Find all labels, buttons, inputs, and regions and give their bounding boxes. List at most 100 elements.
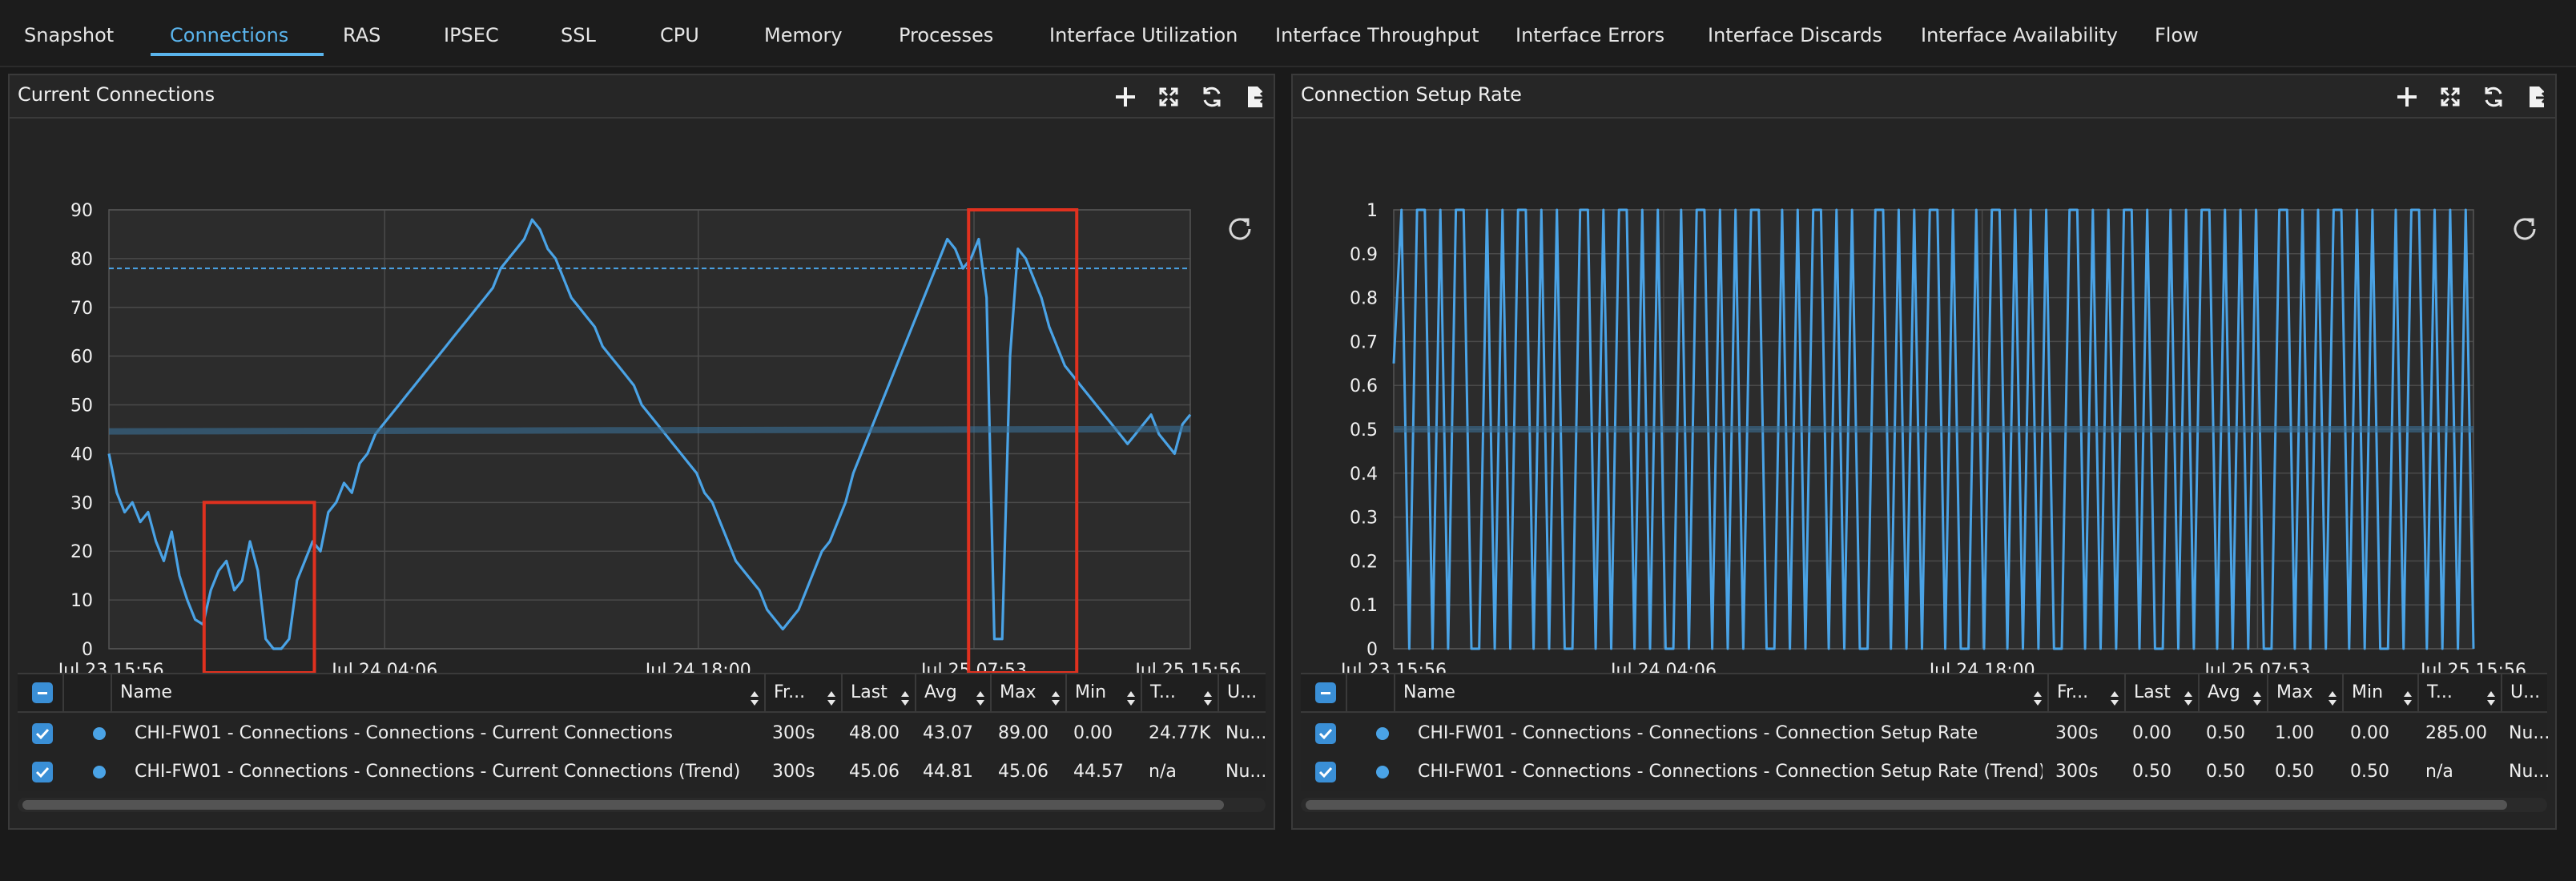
y-tick-label: 0 — [1366, 640, 1378, 660]
sort-icon[interactable] — [2110, 684, 2119, 706]
row-total: n/a — [2425, 762, 2453, 782]
sort-icon[interactable] — [2184, 684, 2193, 706]
current-connections-panel: Current Connections 0 10 20 30 40 50 60 70 80 90 J… — [8, 74, 1275, 830]
export-icon[interactable] — [1242, 83, 1269, 111]
row-name: CHI-FW01 - Connections - Connections - C… — [135, 762, 741, 782]
sort-icon[interactable] — [827, 684, 836, 706]
header-unit[interactable]: U... — [1218, 674, 1274, 711]
tab-ipsec[interactable]: IPSEC — [444, 19, 499, 51]
tab-ras[interactable]: RAS — [343, 19, 380, 51]
row-min: 0.50 — [2350, 762, 2389, 782]
tab-connections[interactable]: Connections — [170, 19, 288, 51]
series-color-dot — [93, 727, 106, 740]
header-last[interactable]: Last — [2124, 674, 2198, 711]
row-avg: 43.07 — [923, 723, 973, 743]
reset-zoom-icon[interactable] — [1229, 218, 1251, 240]
sort-icon[interactable] — [900, 684, 910, 706]
y-tick-label: 1 — [1366, 201, 1378, 221]
y-tick-label: 0.4 — [1350, 465, 1378, 485]
reset-zoom-icon-arc — [1229, 218, 1251, 240]
table-header: Name Fr... Last Avg Max Min T... U... — [1301, 673, 2547, 713]
sort-icon[interactable] — [976, 684, 985, 706]
sort-icon[interactable] — [1126, 684, 1136, 706]
row-unit: Nu... — [2509, 723, 2550, 743]
scrollbar-thumb[interactable] — [22, 800, 1224, 810]
row-checkbox[interactable] — [1315, 723, 1336, 744]
header-min[interactable]: Min — [2342, 674, 2417, 711]
row-avg: 0.50 — [2206, 723, 2245, 743]
header-frequency[interactable]: Fr... — [764, 674, 841, 711]
header-unit[interactable]: U... — [2501, 674, 2555, 711]
connection-setup-rate-panel: Connection Setup Rate 0 0.1 0.2 0.3 0.4 0.5 0.… — [1291, 74, 2557, 830]
row-max: 89.00 — [998, 723, 1049, 743]
table-row[interactable]: CHI-FW01 - Connections - Connections - C… — [1301, 714, 2550, 753]
header-name[interactable]: Name — [111, 674, 764, 711]
tab-interface-availability[interactable]: Interface Availability — [1921, 19, 2118, 51]
tab-interface-errors[interactable]: Interface Errors — [1515, 19, 1664, 51]
row-avg: 44.81 — [923, 762, 973, 782]
refresh-icon[interactable] — [2480, 83, 2507, 111]
header-max[interactable]: Max — [2267, 674, 2342, 711]
sort-icon[interactable] — [2486, 684, 2496, 706]
row-unit: Nu... — [1226, 762, 1267, 782]
table-row[interactable]: CHI-FW01 - Connections - Connections - C… — [1301, 753, 2550, 791]
table-row[interactable]: CHI-FW01 - Connections - Connections - C… — [18, 753, 1266, 791]
tab-snapshot[interactable]: Snapshot — [24, 19, 114, 51]
tab-interface-throughput[interactable]: Interface Throughput — [1275, 19, 1479, 51]
select-all-checkbox[interactable] — [32, 682, 53, 703]
header-avg[interactable]: Avg — [2198, 674, 2267, 711]
y-tick-label: 70 — [70, 299, 93, 319]
row-checkbox[interactable] — [32, 762, 53, 782]
horizontal-scrollbar[interactable] — [1301, 798, 2547, 812]
sort-icon[interactable] — [1051, 684, 1061, 706]
row-checkbox[interactable] — [32, 723, 53, 744]
expand-icon[interactable] — [1155, 83, 1182, 111]
header-avg[interactable]: Avg — [915, 674, 990, 711]
row-max: 45.06 — [998, 762, 1049, 782]
tab-processes[interactable]: Processes — [899, 19, 993, 51]
horizontal-scrollbar[interactable] — [18, 798, 1266, 812]
row-last: 45.06 — [849, 762, 900, 782]
sort-icon[interactable] — [750, 684, 759, 706]
header-name[interactable]: Name — [1394, 674, 2047, 711]
row-min: 0.00 — [2350, 723, 2389, 743]
row-avg: 0.50 — [2206, 762, 2245, 782]
panel-title: Current Connections — [18, 83, 215, 106]
export-icon[interactable] — [2523, 83, 2550, 111]
reset-zoom-icon-arrow — [1242, 218, 1250, 226]
header-last[interactable]: Last — [841, 674, 915, 711]
refresh-icon[interactable] — [1198, 83, 1226, 111]
row-last: 0.50 — [2132, 762, 2171, 782]
current-connections-chart: 0102030405060708090Jul 23 15:56 Jul 24 04… — [57, 201, 1251, 697]
series-table: Name Fr... Last Avg Max Min T... U... CH… — [1301, 673, 2550, 825]
expand-icon[interactable] — [2437, 83, 2464, 111]
plus-icon[interactable] — [1112, 83, 1139, 111]
header-frequency[interactable]: Fr... — [2047, 674, 2124, 711]
y-tick-label: 80 — [70, 250, 93, 270]
sort-icon[interactable] — [2328, 684, 2337, 706]
series-color-dot — [93, 766, 106, 778]
reset-zoom-icon[interactable] — [2514, 218, 2536, 240]
tab-ssl[interactable]: SSL — [561, 19, 596, 51]
sort-icon[interactable] — [2403, 684, 2413, 706]
tab-interface-discards[interactable]: Interface Discards — [1708, 19, 1882, 51]
row-last: 48.00 — [849, 723, 900, 743]
tab-cpu[interactable]: CPU — [660, 19, 699, 51]
header-total[interactable]: T... — [1141, 674, 1218, 711]
sort-icon[interactable] — [2252, 684, 2262, 706]
scrollbar-thumb[interactable] — [1306, 800, 2507, 810]
row-total: 24.77K — [1149, 723, 1211, 743]
tab-interface-utilization[interactable]: Interface Utilization — [1049, 19, 1238, 51]
tab-flow[interactable]: Flow — [2155, 19, 2199, 51]
header-min[interactable]: Min — [1065, 674, 1141, 711]
tab-memory[interactable]: Memory — [764, 19, 843, 51]
sort-icon[interactable] — [1203, 684, 1213, 706]
header-max[interactable]: Max — [990, 674, 1065, 711]
plot-area: 0 0.1 0.2 0.3 0.4 0.5 0.6 0.7 0.8 0.9 1 Jul 23 15:5… — [1293, 120, 2555, 697]
plus-icon[interactable] — [2393, 83, 2421, 111]
select-all-checkbox[interactable] — [1315, 682, 1336, 703]
header-total[interactable]: T... — [2417, 674, 2501, 711]
row-checkbox[interactable] — [1315, 762, 1336, 782]
sort-icon[interactable] — [2033, 684, 2043, 706]
table-row[interactable]: CHI-FW01 - Connections - Connections - C… — [18, 714, 1266, 753]
